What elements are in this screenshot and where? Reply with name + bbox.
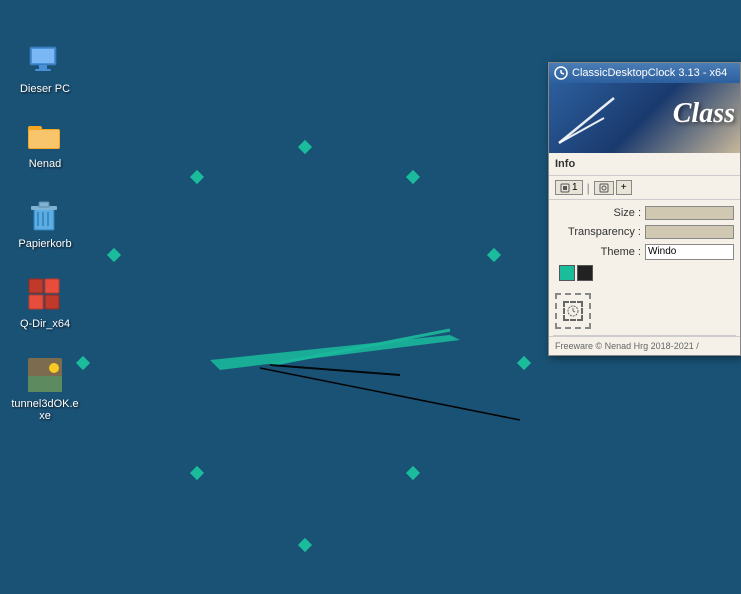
swatch-teal[interactable] — [559, 265, 575, 281]
diamond-decoration — [406, 466, 420, 480]
desktop-icon-label: Dieser PC — [20, 83, 70, 95]
theme-label: Theme : — [555, 246, 645, 258]
app-window: ClassicDesktopClock 3.13 - x64 Class Inf… — [548, 62, 741, 356]
window-banner: Class — [549, 83, 740, 153]
diamond-decoration — [406, 170, 420, 184]
desktop-icon-label: Nenad — [29, 158, 61, 170]
tab-1-label: 1 — [572, 182, 578, 193]
clock-small-icon — [566, 304, 580, 318]
transparency-label: Transparency : — [555, 226, 645, 238]
info-label: Info — [555, 158, 575, 170]
tab-1-button[interactable]: 1 — [555, 180, 583, 195]
banner-text: Class — [673, 98, 735, 130]
diamond-decoration — [487, 248, 501, 262]
dashed-icon-box[interactable] — [555, 293, 591, 329]
tab-add-label: + — [621, 182, 627, 193]
clock-visualization — [150, 280, 530, 450]
banner-clock-svg — [549, 83, 629, 153]
diamond-decoration — [107, 248, 121, 262]
landscape-icon — [25, 355, 65, 395]
tab-add-button[interactable]: + — [616, 180, 632, 195]
diamond-decoration — [298, 140, 312, 154]
window-title: ClassicDesktopClock 3.13 - x64 — [572, 67, 727, 79]
grid-icon — [25, 275, 65, 315]
desktop-icon-papierkorb[interactable]: Papierkorb — [10, 195, 80, 250]
controls-area: Size : Transparency : Theme : Windo — [549, 200, 740, 287]
swatch-black[interactable] — [577, 265, 593, 281]
dashed-icon-inner — [563, 301, 583, 321]
settings2-icon — [599, 183, 609, 193]
transparency-row: Transparency : — [555, 225, 734, 239]
desktop-icon-label: Papierkorb — [18, 238, 71, 250]
desktop-icon-label: Q-Dir_x64 — [20, 318, 70, 330]
color-swatches — [559, 265, 734, 281]
window-body: Info 1 | + Size : — [549, 153, 740, 355]
size-row: Size : — [555, 206, 734, 220]
settings-icon — [560, 183, 570, 193]
info-section: Info — [549, 153, 740, 176]
theme-row: Theme : Windo — [555, 244, 734, 260]
transparency-slider[interactable] — [645, 225, 734, 239]
footer-text: Freeware © Nenad Hrg 2018-2021 / — [555, 341, 699, 351]
tab-bar: 1 | + — [549, 176, 740, 200]
tab-separator: | — [585, 181, 592, 195]
computer-icon — [25, 40, 65, 80]
size-label: Size : — [555, 207, 645, 219]
theme-value: Windo — [646, 245, 733, 258]
clock-icon — [554, 66, 568, 80]
desktop-icon-label: tunnel3dOK.exe — [10, 398, 80, 422]
desktop-icon-q-dir[interactable]: Q-Dir_x64 — [10, 275, 80, 330]
desktop-icon-tunnel3d[interactable]: tunnel3dOK.exe — [10, 355, 80, 422]
tab-2-button[interactable] — [594, 181, 614, 195]
theme-select[interactable]: Windo — [645, 244, 734, 260]
window-titlebar[interactable]: ClassicDesktopClock 3.13 - x64 — [549, 63, 740, 83]
diamond-decoration — [190, 170, 204, 184]
recycle-icon — [25, 195, 65, 235]
desktop-icon-dieser-pc[interactable]: Dieser PC — [10, 40, 80, 95]
window-footer: Freeware © Nenad Hrg 2018-2021 / — [549, 336, 740, 355]
icon-area — [549, 287, 740, 335]
folder-icon — [25, 115, 65, 155]
diamond-decoration — [298, 538, 312, 552]
diamond-decoration — [190, 466, 204, 480]
desktop-icon-nenad[interactable]: Nenad — [10, 115, 80, 170]
size-slider[interactable] — [645, 206, 734, 220]
